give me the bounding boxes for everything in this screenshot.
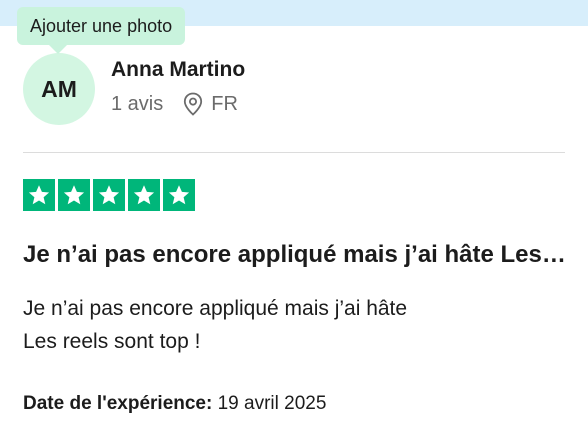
tooltip-arrow (48, 44, 68, 54)
avatar-initials: AM (41, 75, 77, 102)
add-photo-label: Ajouter une photo (30, 15, 173, 36)
experience-date: Date de l'expérience: 19 avril 2025 (23, 393, 326, 415)
review-body-line: Les reels sont top ! (23, 330, 201, 353)
star-rating (23, 179, 195, 211)
review-body-line: Je n’ai pas encore appliqué mais j’ai hâ… (23, 297, 408, 320)
review-body: Je n’ai pas encore appliqué mais j’ai hâ… (23, 292, 407, 358)
add-photo-tooltip[interactable]: Ajouter une photo (17, 7, 186, 45)
review-title[interactable]: Je n’ai pas encore appliqué mais j’ai hâ… (23, 241, 568, 269)
experience-date-label: Date de l'expérience: (23, 393, 213, 414)
divider (23, 152, 565, 153)
reviewer-meta: 1 avis FR (111, 92, 238, 116)
reviewer-country: FR (211, 92, 238, 115)
star-icon (93, 179, 125, 211)
star-icon (58, 179, 90, 211)
reviewer-name[interactable]: Anna Martino (111, 58, 245, 82)
experience-date-value: 19 avril 2025 (217, 393, 327, 414)
star-icon (128, 179, 160, 211)
avatar[interactable]: AM (23, 53, 95, 125)
star-icon (23, 179, 55, 211)
review-count: 1 avis (111, 92, 164, 115)
map-pin-icon (183, 92, 203, 116)
star-icon (163, 179, 195, 211)
